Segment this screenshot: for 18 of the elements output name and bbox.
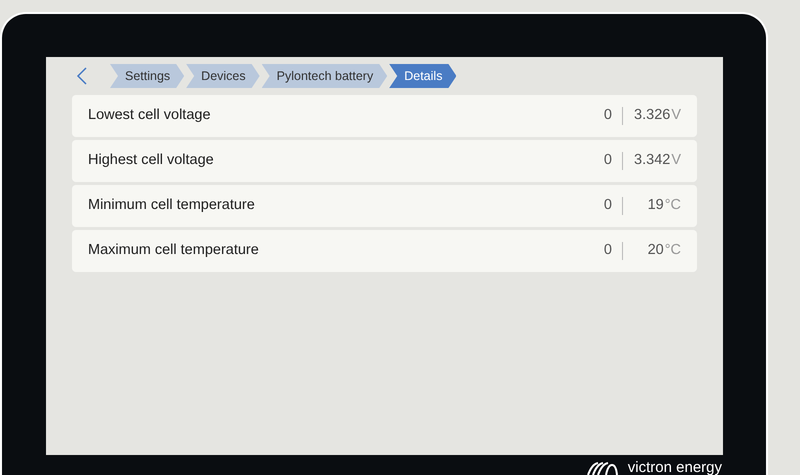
row-label: Lowest cell voltage — [88, 106, 212, 126]
breadcrumb-item[interactable]: Details — [389, 64, 456, 88]
row-count: 0 — [602, 106, 612, 126]
row-label: Minimum cell temperature — [88, 196, 256, 216]
row-label: Highest cell voltage — [88, 151, 215, 170]
row-count: 0 — [602, 151, 612, 170]
breadcrumb-item[interactable]: Settings — [110, 64, 184, 88]
breadcrumb-item[interactable]: Devices — [186, 64, 260, 88]
row-count: 0 — [602, 196, 612, 216]
breadcrumb-item[interactable]: Pylontech battery — [262, 64, 388, 88]
brand-name: victron energy — [628, 460, 722, 475]
row-value: 20°C — [646, 241, 681, 260]
row-count: 0 — [602, 241, 612, 260]
row-label: Maximum cell temperature — [88, 241, 260, 260]
row-value: 3.326V — [633, 106, 681, 126]
row-value: 19°C — [646, 196, 681, 216]
row-value: 3.342V — [633, 151, 681, 170]
back-icon[interactable] — [76, 66, 88, 86]
